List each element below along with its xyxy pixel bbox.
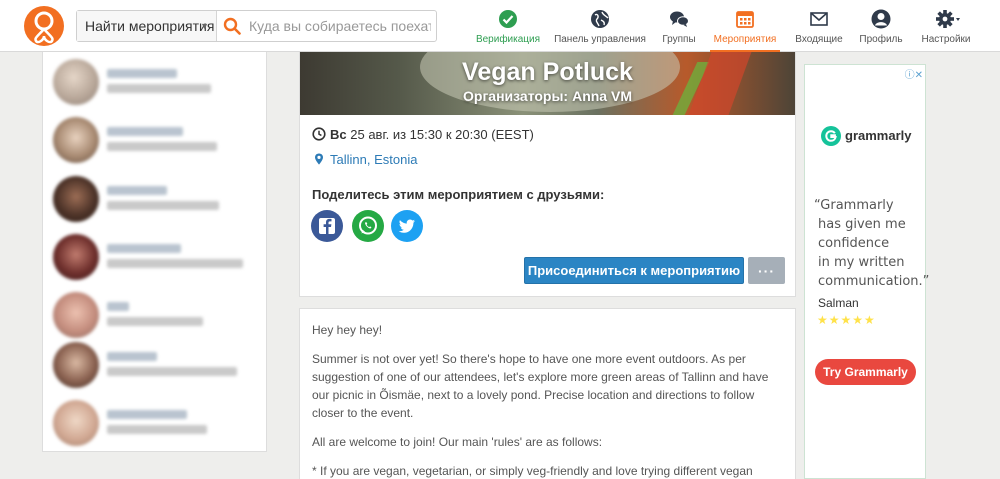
nav-events[interactable]: Мероприятия — [710, 0, 780, 52]
ad-choices-close-icon[interactable]: ⓘ✕ — [905, 66, 923, 81]
user-icon — [870, 8, 892, 30]
avatar — [53, 292, 99, 338]
ad-quote-line: has given me — [818, 217, 906, 232]
envelope-icon — [808, 8, 830, 30]
nav-groups-label: Группы — [662, 34, 696, 45]
nav-profile[interactable]: Профиль — [856, 0, 906, 52]
caret-down-icon: ▼ — [200, 21, 209, 31]
ad-brand-name: grammarly — [845, 128, 912, 143]
try-grammarly-button[interactable]: Try Grammarly — [815, 359, 916, 385]
search-category-label: Найти мероприятия — [85, 18, 215, 34]
ad-rating-stars-icon: ★★★★★ — [817, 313, 876, 327]
search-icon[interactable] — [223, 17, 241, 35]
ad-quote-line: “Grammarly — [814, 198, 894, 213]
description-paragraph: * If you are vegan, vegetarian, or simpl… — [312, 464, 753, 478]
whatsapp-share-icon[interactable] — [352, 210, 384, 242]
avatar — [53, 400, 99, 446]
list-item[interactable] — [53, 400, 253, 448]
search-input[interactable] — [249, 15, 431, 37]
event-card: Vegan Potluck Организаторы: Anna VM Вс 25… — [299, 52, 796, 297]
event-location-link[interactable]: Tallinn, Estonia — [330, 152, 417, 167]
nav-verification[interactable]: Верификация — [470, 0, 546, 52]
search-bar: Найти мероприятия ▼ — [76, 10, 437, 42]
event-location: Tallinn, Estonia — [312, 152, 417, 167]
event-date-day: Вс — [330, 127, 347, 142]
nav-profile-label: Профиль — [859, 34, 903, 45]
facebook-share-icon[interactable] — [311, 210, 343, 242]
search-category-select[interactable]: Найти мероприятия ▼ — [77, 11, 217, 41]
more-options-button[interactable]: ··· — [748, 257, 785, 284]
nav-inbox-label: Входящие — [795, 34, 843, 45]
avatar — [53, 342, 99, 388]
list-item[interactable] — [53, 234, 253, 282]
nav-events-label: Мероприятия — [713, 34, 777, 45]
event-date-text: 25 авг. из 15:30 к 20:30 (EEST) — [350, 127, 534, 142]
clock-icon — [312, 127, 326, 141]
nav-dashboard-label: Панель управления — [554, 34, 646, 45]
event-date: Вс 25 авг. из 15:30 к 20:30 (EEST) — [312, 127, 534, 142]
ad-quote-line: in my written — [818, 255, 905, 270]
list-item[interactable] — [53, 117, 253, 165]
grammarly-ad[interactable]: ⓘ✕ grammarly “Grammarly has given me con… — [804, 64, 930, 479]
list-item[interactable] — [53, 342, 253, 390]
twitter-share-icon[interactable] — [391, 210, 423, 242]
description-paragraph: Hey hey hey! — [312, 323, 383, 337]
event-title: Vegan Potluck — [462, 58, 633, 86]
description-paragraph: All are welcome to join! Our main 'rules… — [312, 435, 603, 449]
globe-icon — [589, 8, 611, 30]
list-item[interactable] — [53, 59, 253, 107]
join-event-button[interactable]: Присоединиться к мероприятию — [524, 257, 744, 284]
ad-quote-line: confidence — [818, 236, 890, 251]
organizers-label: Организаторы: — [463, 88, 569, 104]
nav-settings-label: Настройки — [921, 34, 971, 45]
verified-check-icon — [497, 8, 519, 30]
map-pin-icon — [312, 152, 326, 166]
top-navbar: Найти мероприятия ▼ Верификация Панель у… — [0, 0, 1000, 52]
grammarly-logo-icon — [821, 126, 841, 146]
list-item[interactable] — [53, 292, 253, 340]
gear-icon — [935, 8, 960, 30]
event-organizers: Организаторы: Anna VM — [300, 88, 795, 104]
couchsurfing-logo-icon[interactable] — [24, 6, 64, 46]
avatar — [53, 176, 99, 222]
nav-verification-label: Верификация — [475, 34, 541, 45]
event-description: Hey hey hey! Summer is not over yet! So … — [299, 308, 796, 479]
description-paragraph: Summer is not over yet! So there's hope … — [312, 352, 769, 420]
ad-author: Salman — [818, 296, 859, 310]
avatar — [53, 59, 99, 105]
nav-groups[interactable]: Группы — [654, 0, 704, 52]
attendees-list — [42, 52, 267, 452]
avatar — [53, 117, 99, 163]
share-title: Поделитесь этим мероприятием с друзьями: — [312, 187, 605, 202]
nav-dashboard[interactable]: Панель управления — [554, 0, 646, 52]
chat-bubbles-icon — [668, 8, 690, 30]
event-banner-image: Vegan Potluck Организаторы: Anna VM — [300, 52, 795, 115]
list-item[interactable] — [53, 176, 253, 224]
avatar — [53, 234, 99, 280]
calendar-icon — [734, 8, 756, 30]
nav-settings[interactable]: Настройки — [916, 0, 976, 52]
ad-testimonial: “Grammarly has given me confidence in my… — [814, 196, 930, 291]
nav-inbox[interactable]: Входящие — [790, 0, 848, 52]
organizer-name[interactable]: Anna VM — [572, 88, 632, 104]
ad-quote-line: communication.” — [818, 274, 930, 289]
